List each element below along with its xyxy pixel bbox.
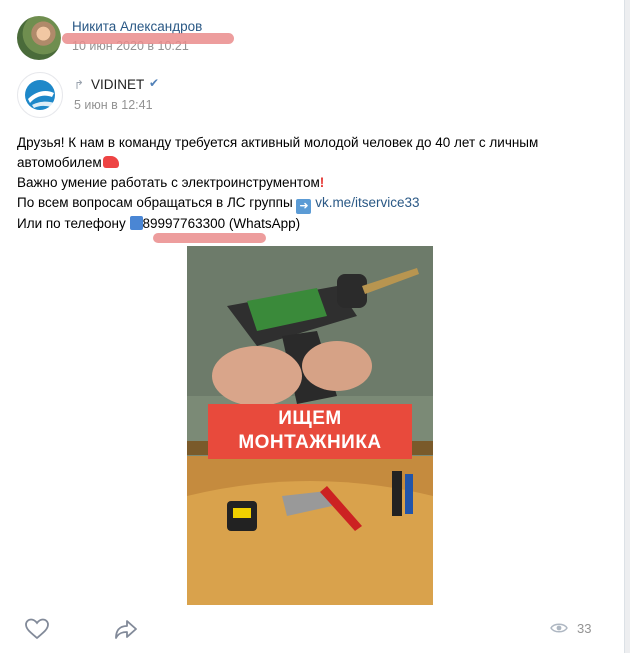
author-name[interactable]: Никита Александров <box>72 19 202 34</box>
views-count: 33 <box>577 621 592 636</box>
car-emoji-icon <box>102 156 119 168</box>
redaction-mark <box>62 33 234 44</box>
source-name[interactable]: VIDINET <box>91 77 144 92</box>
group-link[interactable]: vk.me/itservice33 <box>315 195 419 210</box>
photo-banner: ИЩЕМ МОНТАЖНИКА <box>208 404 412 459</box>
check-icon: ✔ <box>149 76 160 90</box>
banner-line: МОНТАЖНИКА <box>238 432 382 453</box>
banner-line: ИЩЕМ <box>278 408 342 429</box>
post-line: Друзья! К нам в команду требуется активн… <box>17 135 539 150</box>
vidinet-logo-icon <box>25 80 55 110</box>
post-actions: 33 <box>0 612 624 648</box>
post-photo[interactable]: ИЩЕМ МОНТАЖНИКА <box>187 246 433 605</box>
source-date[interactable]: 5 июн в 12:41 <box>74 98 153 112</box>
eye-icon <box>550 623 568 633</box>
heart-icon[interactable] <box>24 617 50 641</box>
exclamation-emoji-icon: ! <box>319 175 325 190</box>
post-line-text: По всем вопросам обращаться в ЛС группы <box>17 195 293 210</box>
post-text: Друзья! К нам в команду требуется активн… <box>17 133 617 234</box>
phone-emoji-icon <box>129 216 143 230</box>
post-line: Или по телефону 89997763300 (WhatsApp) <box>17 214 617 234</box>
post-line-text: Или по телефону <box>17 216 126 231</box>
author-avatar[interactable] <box>17 16 61 60</box>
share-icon[interactable] <box>113 617 139 641</box>
post-line: По всем вопросам обращаться в ЛС группы … <box>17 193 617 214</box>
redaction-mark <box>153 233 266 243</box>
source-avatar[interactable] <box>17 72 63 118</box>
post-line-text: автомобилем <box>17 155 102 170</box>
arrow-right-emoji-icon: ➜ <box>296 199 312 214</box>
post-line: Важно умение работать с электроинструмен… <box>17 173 617 193</box>
phone-number: 89997763300 <box>142 216 226 231</box>
post-line-text: (WhatsApp) <box>228 216 301 231</box>
post-line: автомобилем <box>17 153 617 173</box>
post-line-text: Важно умение работать с электроинструмен… <box>17 175 320 190</box>
repost-icon: ↱ <box>74 78 85 92</box>
post-card: Никита Александров 10 июн 2020 в 10:21 ↱… <box>0 0 625 653</box>
